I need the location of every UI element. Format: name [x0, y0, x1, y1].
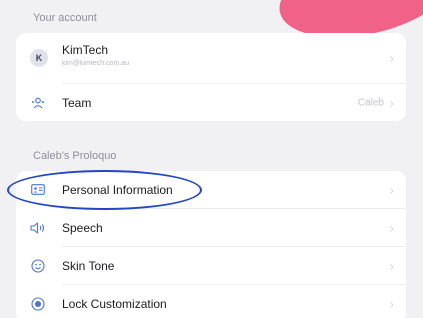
lock-customization-label: Lock Customization: [62, 296, 167, 311]
lock-icon: [30, 296, 46, 312]
avatar-icon: K: [30, 49, 48, 67]
team-icon: [30, 95, 46, 111]
speaker-icon: [30, 220, 46, 236]
chevron-right-icon: ›: [389, 258, 394, 273]
speech-label: Speech: [62, 220, 103, 235]
proloquo-header: Caleb's Proloquo: [33, 150, 117, 162]
team-value: Caleb: [357, 97, 384, 108]
team-row[interactable]: Team Caleb ›: [16, 84, 406, 121]
skin-tone-row[interactable]: Skin Tone ›: [16, 247, 406, 284]
team-label: Team: [62, 95, 92, 110]
account-email: kim@kimtech.com.au: [62, 60, 130, 67]
avatar: K: [30, 49, 48, 67]
lock-customization-row[interactable]: Lock Customization ›: [16, 285, 406, 318]
personal-information-label: Personal Information: [62, 182, 173, 197]
account-card: K KimTech kim@kimtech.com.au › Team Cale…: [16, 33, 406, 121]
skin-tone-label: Skin Tone: [62, 258, 115, 273]
account-row[interactable]: K KimTech kim@kimtech.com.au ›: [16, 33, 406, 83]
your-account-header: Your account: [33, 12, 97, 24]
chevron-right-icon: ›: [389, 95, 394, 110]
proloquo-card: Personal Information › Speech › Skin Ton…: [16, 171, 406, 318]
chevron-right-icon: ›: [389, 220, 394, 235]
personal-information-row[interactable]: Personal Information ›: [16, 171, 406, 208]
chevron-right-icon: ›: [389, 182, 394, 197]
id-card-icon: [30, 182, 46, 198]
account-name: KimTech: [62, 43, 109, 57]
smiley-icon: [30, 258, 46, 274]
chevron-right-icon: ›: [389, 50, 394, 66]
chevron-right-icon: ›: [389, 296, 394, 311]
speech-row[interactable]: Speech ›: [16, 209, 406, 246]
